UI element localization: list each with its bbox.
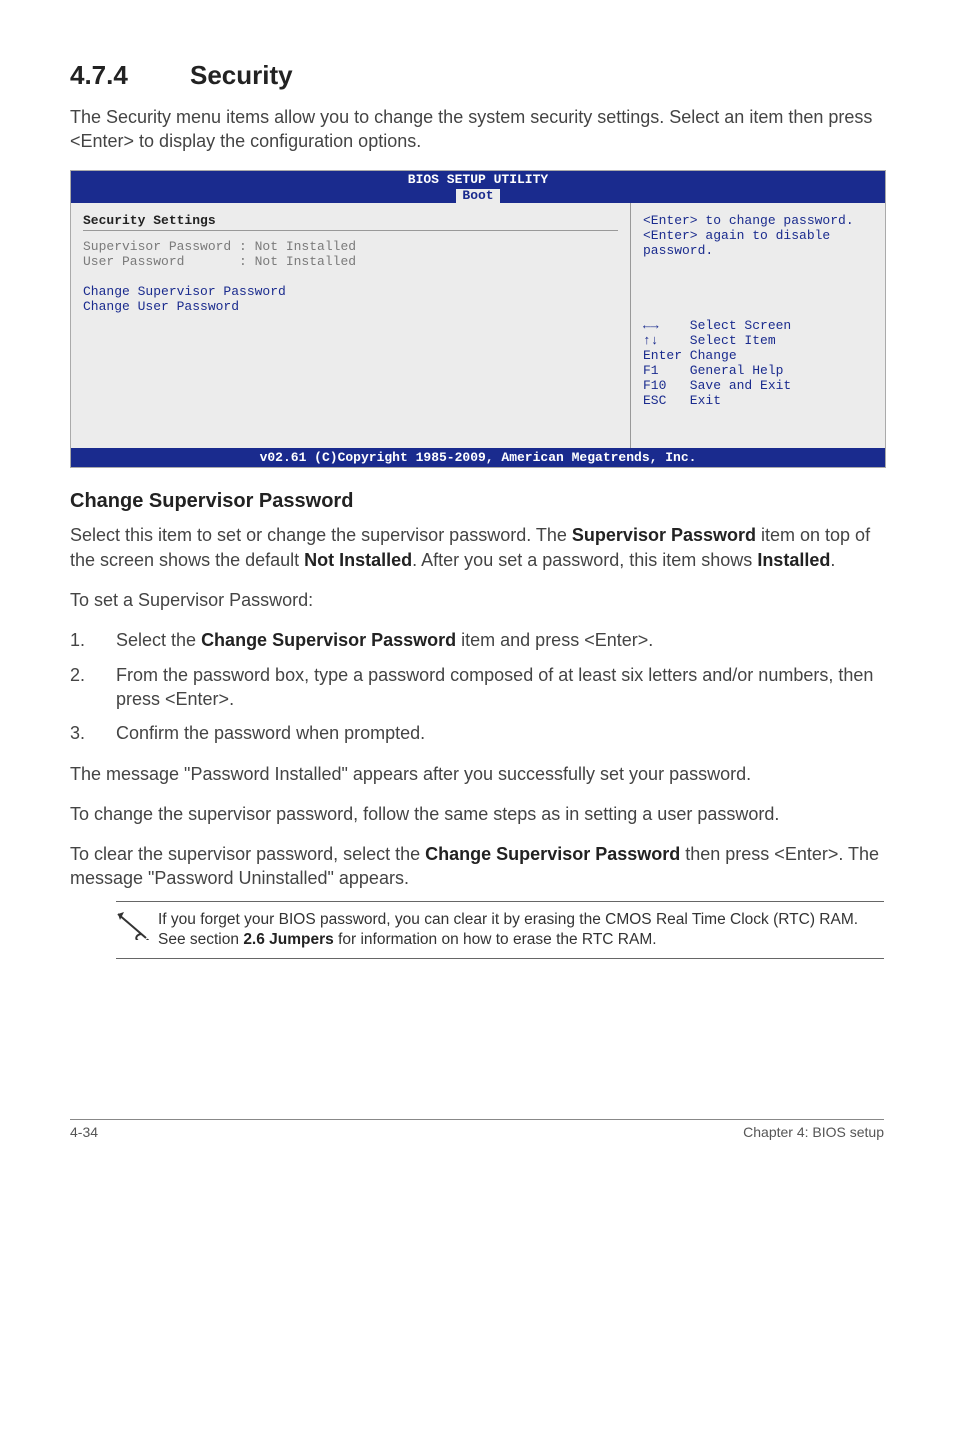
bios-header: BIOS SETUP UTILITY Boot <box>71 171 885 204</box>
section-heading: 4.7.4Security <box>70 60 884 91</box>
bios-nav-help: F1 General Help <box>643 363 873 378</box>
page-number: 4-34 <box>70 1124 98 1140</box>
paragraph-3: The message "Password Installed" appears… <box>70 762 884 786</box>
steps-list: 1. Select the Change Supervisor Password… <box>70 628 884 745</box>
section-number: 4.7.4 <box>70 60 190 91</box>
bios-change-user-pw: Change User Password <box>83 299 618 314</box>
paragraph-5: To clear the supervisor password, select… <box>70 842 884 891</box>
bios-help-text-1: <Enter> to change password. <box>643 213 873 228</box>
bios-supervisor-pw-status: Supervisor Password : Not Installed <box>83 239 618 254</box>
note-box: If you forget your BIOS password, you ca… <box>116 901 884 959</box>
section-title: Security <box>190 60 293 90</box>
bios-screenshot: BIOS SETUP UTILITY Boot Security Setting… <box>70 170 886 469</box>
bios-footer: v02.61 (C)Copyright 1985-2009, American … <box>71 448 885 467</box>
bios-nav-change: Enter Change <box>643 348 873 363</box>
bios-help-pane: <Enter> to change password. <Enter> agai… <box>630 203 885 448</box>
note-text: If you forget your BIOS password, you ca… <box>158 910 884 950</box>
bios-nav-select-item: ↑↓ Select Item <box>643 333 873 348</box>
step-1: 1. Select the Change Supervisor Password… <box>70 628 884 652</box>
bios-nav-save-exit: F10 Save and Exit <box>643 378 873 393</box>
paragraph-1: Select this item to set or change the su… <box>70 523 884 572</box>
note-icon <box>116 910 158 945</box>
bios-nav-exit: ESC Exit <box>643 393 873 408</box>
paragraph-2: To set a Supervisor Password: <box>70 588 884 612</box>
divider <box>83 230 618 231</box>
paragraph-4: To change the supervisor password, follo… <box>70 802 884 826</box>
chapter-label: Chapter 4: BIOS setup <box>743 1124 884 1140</box>
bios-left-pane: Security Settings Supervisor Password : … <box>71 203 630 448</box>
bios-security-settings-label: Security Settings <box>83 213 618 228</box>
intro-paragraph: The Security menu items allow you to cha… <box>70 105 884 154</box>
bios-user-pw-status: User Password : Not Installed <box>83 254 618 269</box>
bios-tab-boot: Boot <box>456 189 499 204</box>
change-supervisor-pw-heading: Change Supervisor Password <box>70 490 884 513</box>
bios-help-text-2: <Enter> again to disable password. <box>643 228 873 258</box>
step-3: 3. Confirm the password when prompted. <box>70 721 884 745</box>
bios-nav-select-screen: ←→ Select Screen <box>643 318 873 333</box>
bios-change-supervisor-pw: Change Supervisor Password <box>83 284 618 299</box>
bios-header-title: BIOS SETUP UTILITY <box>71 173 885 188</box>
step-2: 2. From the password box, type a passwor… <box>70 663 884 712</box>
page-footer: 4-34 Chapter 4: BIOS setup <box>70 1119 884 1140</box>
